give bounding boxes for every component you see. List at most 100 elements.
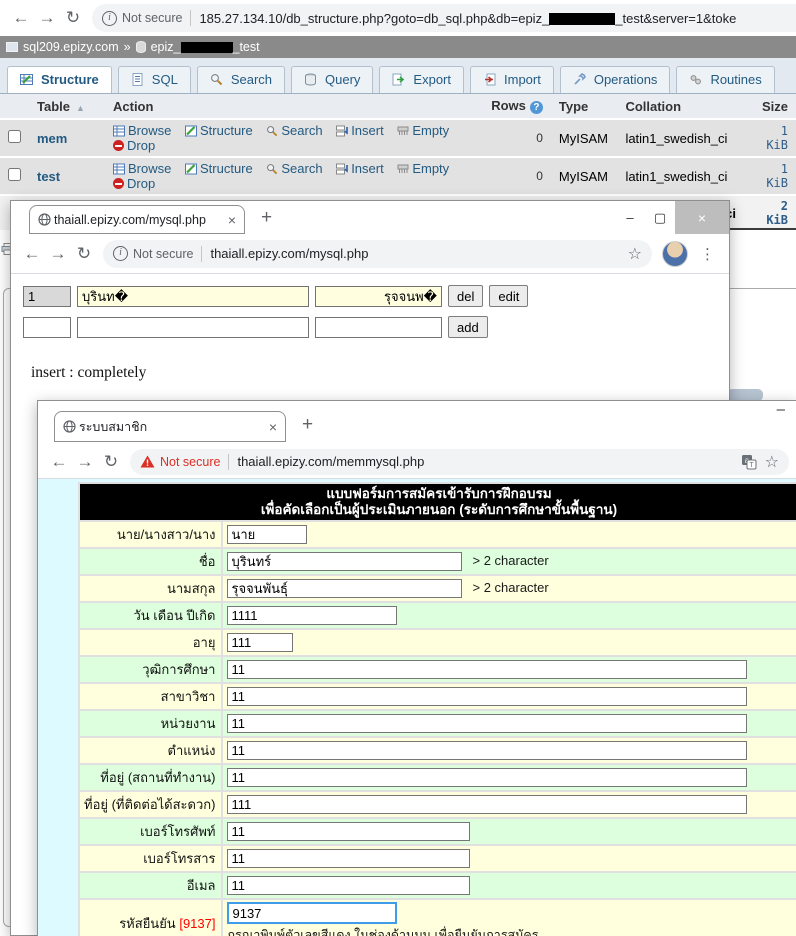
field-label: อายุ bbox=[80, 630, 221, 655]
forward-icon[interactable]: → bbox=[72, 452, 98, 472]
education-field[interactable] bbox=[227, 660, 747, 679]
action-browse[interactable]: Browse bbox=[113, 123, 171, 138]
action-insert[interactable]: Insert bbox=[336, 123, 384, 138]
action-empty[interactable]: Empty bbox=[397, 161, 449, 176]
tab-import[interactable]: Import bbox=[470, 66, 554, 93]
action-drop[interactable]: Drop bbox=[113, 176, 155, 191]
reload-icon[interactable]: ↻ bbox=[98, 452, 124, 472]
captcha-field[interactable] bbox=[227, 902, 397, 924]
breadcrumb-database[interactable]: epiz__test bbox=[151, 40, 260, 54]
breadcrumb-separator: » bbox=[124, 40, 131, 54]
address-bar[interactable]: i Not secure 185.27.134.10/db_structure.… bbox=[92, 4, 796, 32]
forward-icon[interactable]: → bbox=[34, 8, 60, 28]
browser-tab[interactable]: ระบบสมาชิก × bbox=[54, 411, 286, 442]
id-field[interactable] bbox=[23, 286, 71, 307]
work-address-field[interactable] bbox=[227, 768, 747, 787]
bookmark-star-icon[interactable]: ☆ bbox=[628, 244, 642, 264]
field-label: ตำแหน่ง bbox=[80, 738, 221, 763]
address-bar[interactable]: i Not secure thaiall.epizy.com/mysql.php… bbox=[103, 240, 652, 268]
back-icon[interactable]: ← bbox=[8, 8, 34, 28]
row-checkbox[interactable] bbox=[8, 168, 21, 181]
bookmark-star-icon[interactable]: ☆ bbox=[765, 452, 779, 472]
operations-icon bbox=[573, 73, 586, 86]
breadcrumb-server[interactable]: sql209.epizy.com bbox=[23, 40, 119, 54]
email-field[interactable] bbox=[227, 876, 470, 895]
col-header-size: Size bbox=[744, 94, 796, 119]
tab-close-icon[interactable]: × bbox=[228, 212, 236, 228]
structure-icon bbox=[185, 163, 197, 175]
back-icon[interactable]: ← bbox=[46, 452, 72, 472]
del-button[interactable]: del bbox=[448, 285, 483, 307]
form-row: ตำแหน่ง bbox=[80, 738, 796, 763]
form-row: เบอร์โทรสาร bbox=[80, 846, 796, 871]
reload-icon[interactable]: ↻ bbox=[60, 8, 86, 28]
maximize-button[interactable]: ▢ bbox=[645, 210, 675, 226]
tab-routines[interactable]: Routines bbox=[676, 66, 774, 93]
action-structure[interactable]: Structure bbox=[185, 161, 253, 176]
table-name-link[interactable]: mem bbox=[37, 131, 67, 146]
collation[interactable]: latin1_swedish_ci bbox=[617, 157, 744, 195]
close-button[interactable]: × bbox=[675, 201, 729, 234]
tab-sql[interactable]: SQL bbox=[118, 66, 191, 93]
tab-structure[interactable]: Structure bbox=[7, 66, 112, 93]
tab-query[interactable]: Query bbox=[291, 66, 373, 93]
info-icon[interactable]: i bbox=[102, 11, 117, 26]
new-tab-button[interactable]: + bbox=[261, 207, 272, 229]
action-search[interactable]: Search bbox=[266, 123, 322, 138]
security-label: Not secure bbox=[122, 11, 182, 25]
minimize-button[interactable]: – bbox=[615, 210, 645, 225]
translate-icon[interactable]: aT bbox=[741, 454, 757, 470]
add-button[interactable]: add bbox=[448, 316, 488, 338]
action-empty[interactable]: Empty bbox=[397, 123, 449, 138]
edit-button[interactable]: edit bbox=[489, 285, 528, 307]
action-browse[interactable]: Browse bbox=[113, 161, 171, 176]
back-icon[interactable]: ← bbox=[19, 244, 45, 264]
birthdate-field[interactable] bbox=[227, 606, 397, 625]
globe-icon bbox=[38, 213, 51, 226]
surname-field[interactable] bbox=[315, 286, 442, 307]
profile-avatar[interactable] bbox=[662, 241, 688, 267]
action-search[interactable]: Search bbox=[266, 161, 322, 176]
tab-close-icon[interactable]: × bbox=[269, 419, 277, 435]
menu-icon[interactable]: ⋮ bbox=[694, 245, 721, 263]
new-id-field[interactable] bbox=[23, 317, 71, 338]
sort-asc-icon: ▲ bbox=[76, 103, 85, 113]
tab-export[interactable]: Export bbox=[379, 66, 464, 93]
new-name-field[interactable] bbox=[77, 317, 309, 338]
tab-search[interactable]: Search bbox=[197, 66, 285, 93]
name-field[interactable] bbox=[77, 286, 309, 307]
field-label: ชื่อ bbox=[80, 549, 221, 574]
action-structure[interactable]: Structure bbox=[185, 123, 253, 138]
action-insert[interactable]: Insert bbox=[336, 161, 384, 176]
form-row: เบอร์โทรศัพท์ bbox=[80, 819, 796, 844]
phone-field[interactable] bbox=[227, 822, 470, 841]
tab-operations[interactable]: Operations bbox=[560, 66, 671, 93]
col-header-table[interactable]: Table▲ bbox=[29, 94, 105, 119]
title-field[interactable] bbox=[227, 525, 307, 544]
new-tab-button[interactable]: + bbox=[302, 414, 313, 436]
table-name-link[interactable]: test bbox=[37, 169, 60, 184]
minimize-button[interactable]: – bbox=[777, 401, 785, 418]
collation[interactable]: latin1_swedish_ci bbox=[617, 119, 744, 157]
contact-address-field[interactable] bbox=[227, 795, 747, 814]
new-surname-field[interactable] bbox=[315, 317, 442, 338]
browser-tab[interactable]: thaiall.epizy.com/mysql.php × bbox=[29, 205, 245, 234]
age-field[interactable] bbox=[227, 633, 293, 652]
reload-icon[interactable]: ↻ bbox=[71, 244, 97, 264]
help-icon[interactable]: ? bbox=[530, 101, 543, 114]
forward-icon[interactable]: → bbox=[45, 244, 71, 264]
empty-icon bbox=[397, 163, 409, 175]
major-field[interactable] bbox=[227, 687, 747, 706]
lastname-field[interactable] bbox=[227, 579, 462, 598]
action-drop[interactable]: Drop bbox=[113, 138, 155, 153]
validation-note: > 2 character bbox=[472, 553, 548, 568]
address-bar[interactable]: Not secure thaiall.epizy.com/memmysql.ph… bbox=[130, 449, 789, 475]
table-size: 1 KiB bbox=[744, 157, 796, 195]
position-field[interactable] bbox=[227, 741, 747, 760]
info-icon[interactable]: i bbox=[113, 246, 128, 261]
organization-field[interactable] bbox=[227, 714, 747, 733]
firstname-field[interactable] bbox=[227, 552, 462, 571]
query-icon bbox=[304, 73, 317, 86]
row-checkbox[interactable] bbox=[8, 130, 21, 143]
fax-field[interactable] bbox=[227, 849, 470, 868]
